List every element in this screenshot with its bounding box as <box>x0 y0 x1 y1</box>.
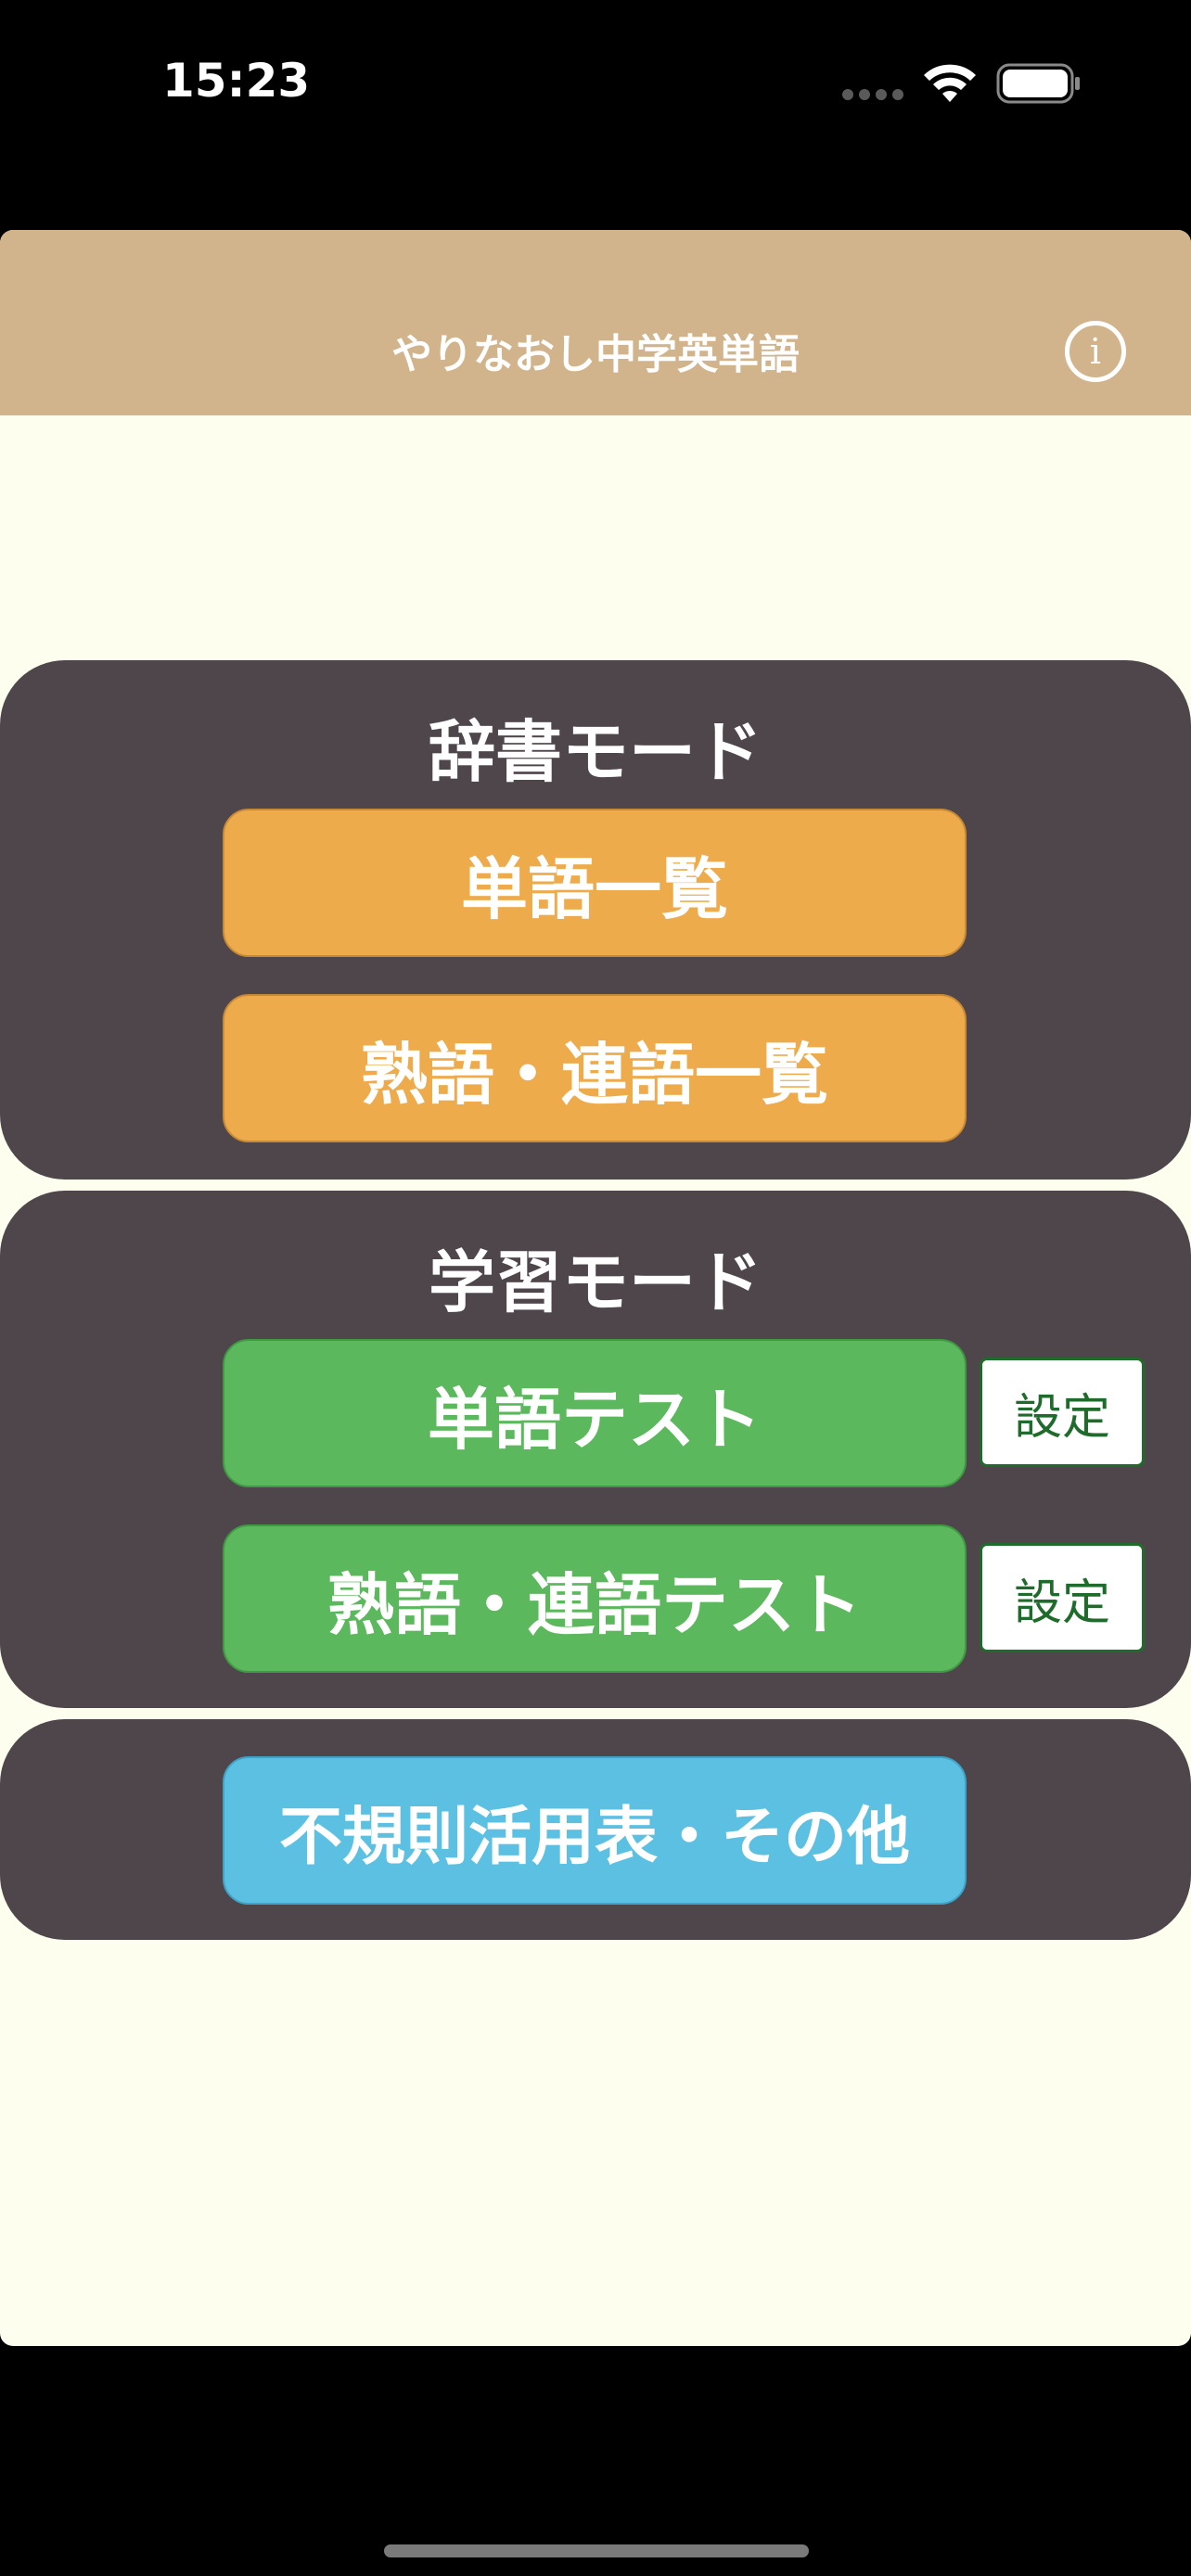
dictionary-mode-panel: 辞書モード 単語一覧 熟語・連語一覧 <box>0 660 1191 1180</box>
status-time: 15:23 <box>162 54 311 108</box>
status-bar: 15:23 <box>0 0 1191 167</box>
dictionary-mode-title: 辞書モード <box>428 713 762 791</box>
nav-title: やりなおし中学英単語 <box>391 331 800 378</box>
word-list-button[interactable]: 単語一覧 <box>223 809 967 957</box>
wifi-icon <box>924 64 976 102</box>
phrase-list-button[interactable]: 熟語・連語一覧 <box>223 994 967 1142</box>
info-icon[interactable]: i <box>1065 321 1126 382</box>
signal-dots-icon <box>842 89 905 100</box>
battery-icon <box>996 63 1080 104</box>
info-glyph: i <box>1089 331 1102 372</box>
irregular-conjugation-button[interactable]: 不規則活用表・その他 <box>223 1756 967 1905</box>
phrase-test-settings-button[interactable]: 設定 <box>980 1543 1145 1652</box>
word-test-button[interactable]: 単語テスト <box>223 1339 967 1487</box>
other-panel: 不規則活用表・その他 <box>0 1719 1191 1940</box>
home-indicator[interactable] <box>384 2544 809 2557</box>
phrase-test-button[interactable]: 熟語・連語テスト <box>223 1524 967 1673</box>
nav-bar: やりなおし中学英単語 i <box>0 230 1191 415</box>
study-mode-panel: 学習モード 単語テスト 設定 熟語・連語テスト 設定 <box>0 1191 1191 1708</box>
app-frame: やりなおし中学英単語 i 辞書モード 単語一覧 熟語・連語一覧 学習モード 単語… <box>0 230 1191 2346</box>
study-mode-title: 学習モード <box>428 1243 762 1321</box>
word-test-settings-button[interactable]: 設定 <box>980 1358 1145 1467</box>
